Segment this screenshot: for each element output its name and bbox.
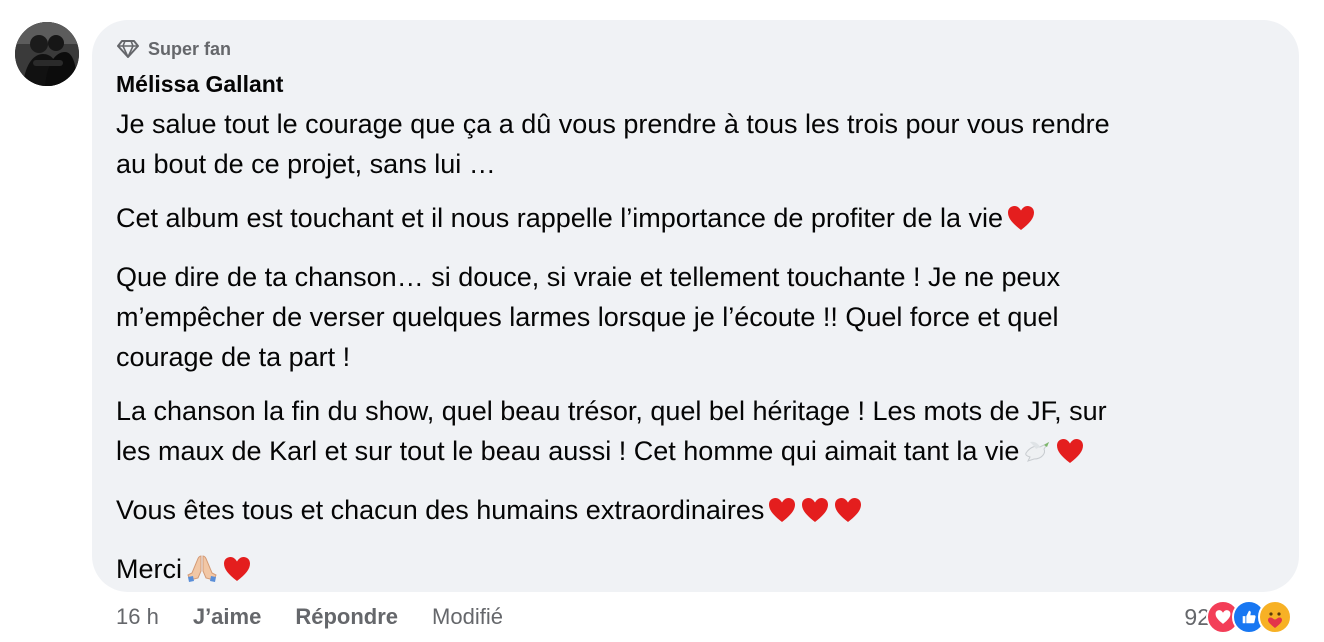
avatar-photo [15,22,79,86]
comment-line: Cet album est touchant et il nous rappel… [116,198,1276,243]
comment-author[interactable]: Mélissa Gallant [116,71,283,98]
red-heart-emoji [833,495,863,535]
comment-line: La chanson la fin du show, quel beau tré… [116,396,1107,426]
red-heart-emoji [800,495,830,535]
diamond-icon [116,39,140,59]
comment-actions: 16 h J’aime Répondre Modifié [116,604,503,630]
comment-bubble: Super fan Mélissa Gallant Je salue tout … [92,20,1299,592]
comment-paragraph: Merci [116,549,1276,594]
comment-line: m’empêcher de verser quelques larmes lor… [116,302,1059,332]
like-button[interactable]: J’aime [193,604,262,630]
comment-text: Merci [116,554,182,584]
comment-line: au bout de ce projet, sans lui … [116,149,496,179]
comment: Super fan Mélissa Gallant Je salue tout … [0,0,1324,642]
comment-line: courage de ta part ! [116,342,351,372]
edited-label: Modifié [432,604,503,629]
red-heart-emoji [1006,203,1036,243]
comment-line: Je salue tout le courage que ça a dû vou… [116,109,1110,139]
comment-body: Je salue tout le courage que ça a dû vou… [116,104,1276,608]
dove-emoji [1022,436,1052,476]
comment-line: Que dire de ta chanson… si douce, si vra… [116,262,1061,292]
red-heart-emoji [1055,436,1085,476]
reply-button[interactable]: Répondre [295,604,398,630]
comment-line: Vous êtes tous et chacun des humains ext… [116,490,1276,535]
comment-line: Merci [116,549,1276,594]
folded-hands-emoji [185,553,219,594]
comment-text: les maux de Karl et sur tout le beau aus… [116,436,1020,466]
reactions-summary[interactable]: 92 [1184,598,1292,636]
comment-paragraph: La chanson la fin du show, quel beau tré… [116,391,1276,476]
comment-paragraph: Cet album est touchant et il nous rappel… [116,198,1276,243]
red-heart-emoji [767,495,797,535]
super-fan-badge[interactable]: Super fan [116,38,231,60]
red-heart-emoji [222,554,252,594]
comment-text: Vous êtes tous et chacun des humains ext… [116,495,765,525]
avatar[interactable] [15,22,79,86]
comment-paragraph: Vous êtes tous et chacun des humains ext… [116,490,1276,535]
comment-line: les maux de Karl et sur tout le beau aus… [116,431,1276,476]
badge-label: Super fan [148,38,232,59]
care-reaction-icon [1258,600,1292,634]
comment-paragraph: Que dire de ta chanson… si douce, si vra… [116,257,1276,377]
comment-text: Cet album est touchant et il nous rappel… [116,203,1003,233]
comment-timestamp[interactable]: 16 h [116,604,159,630]
comment-paragraph: Je salue tout le courage que ça a dû vou… [116,104,1276,184]
